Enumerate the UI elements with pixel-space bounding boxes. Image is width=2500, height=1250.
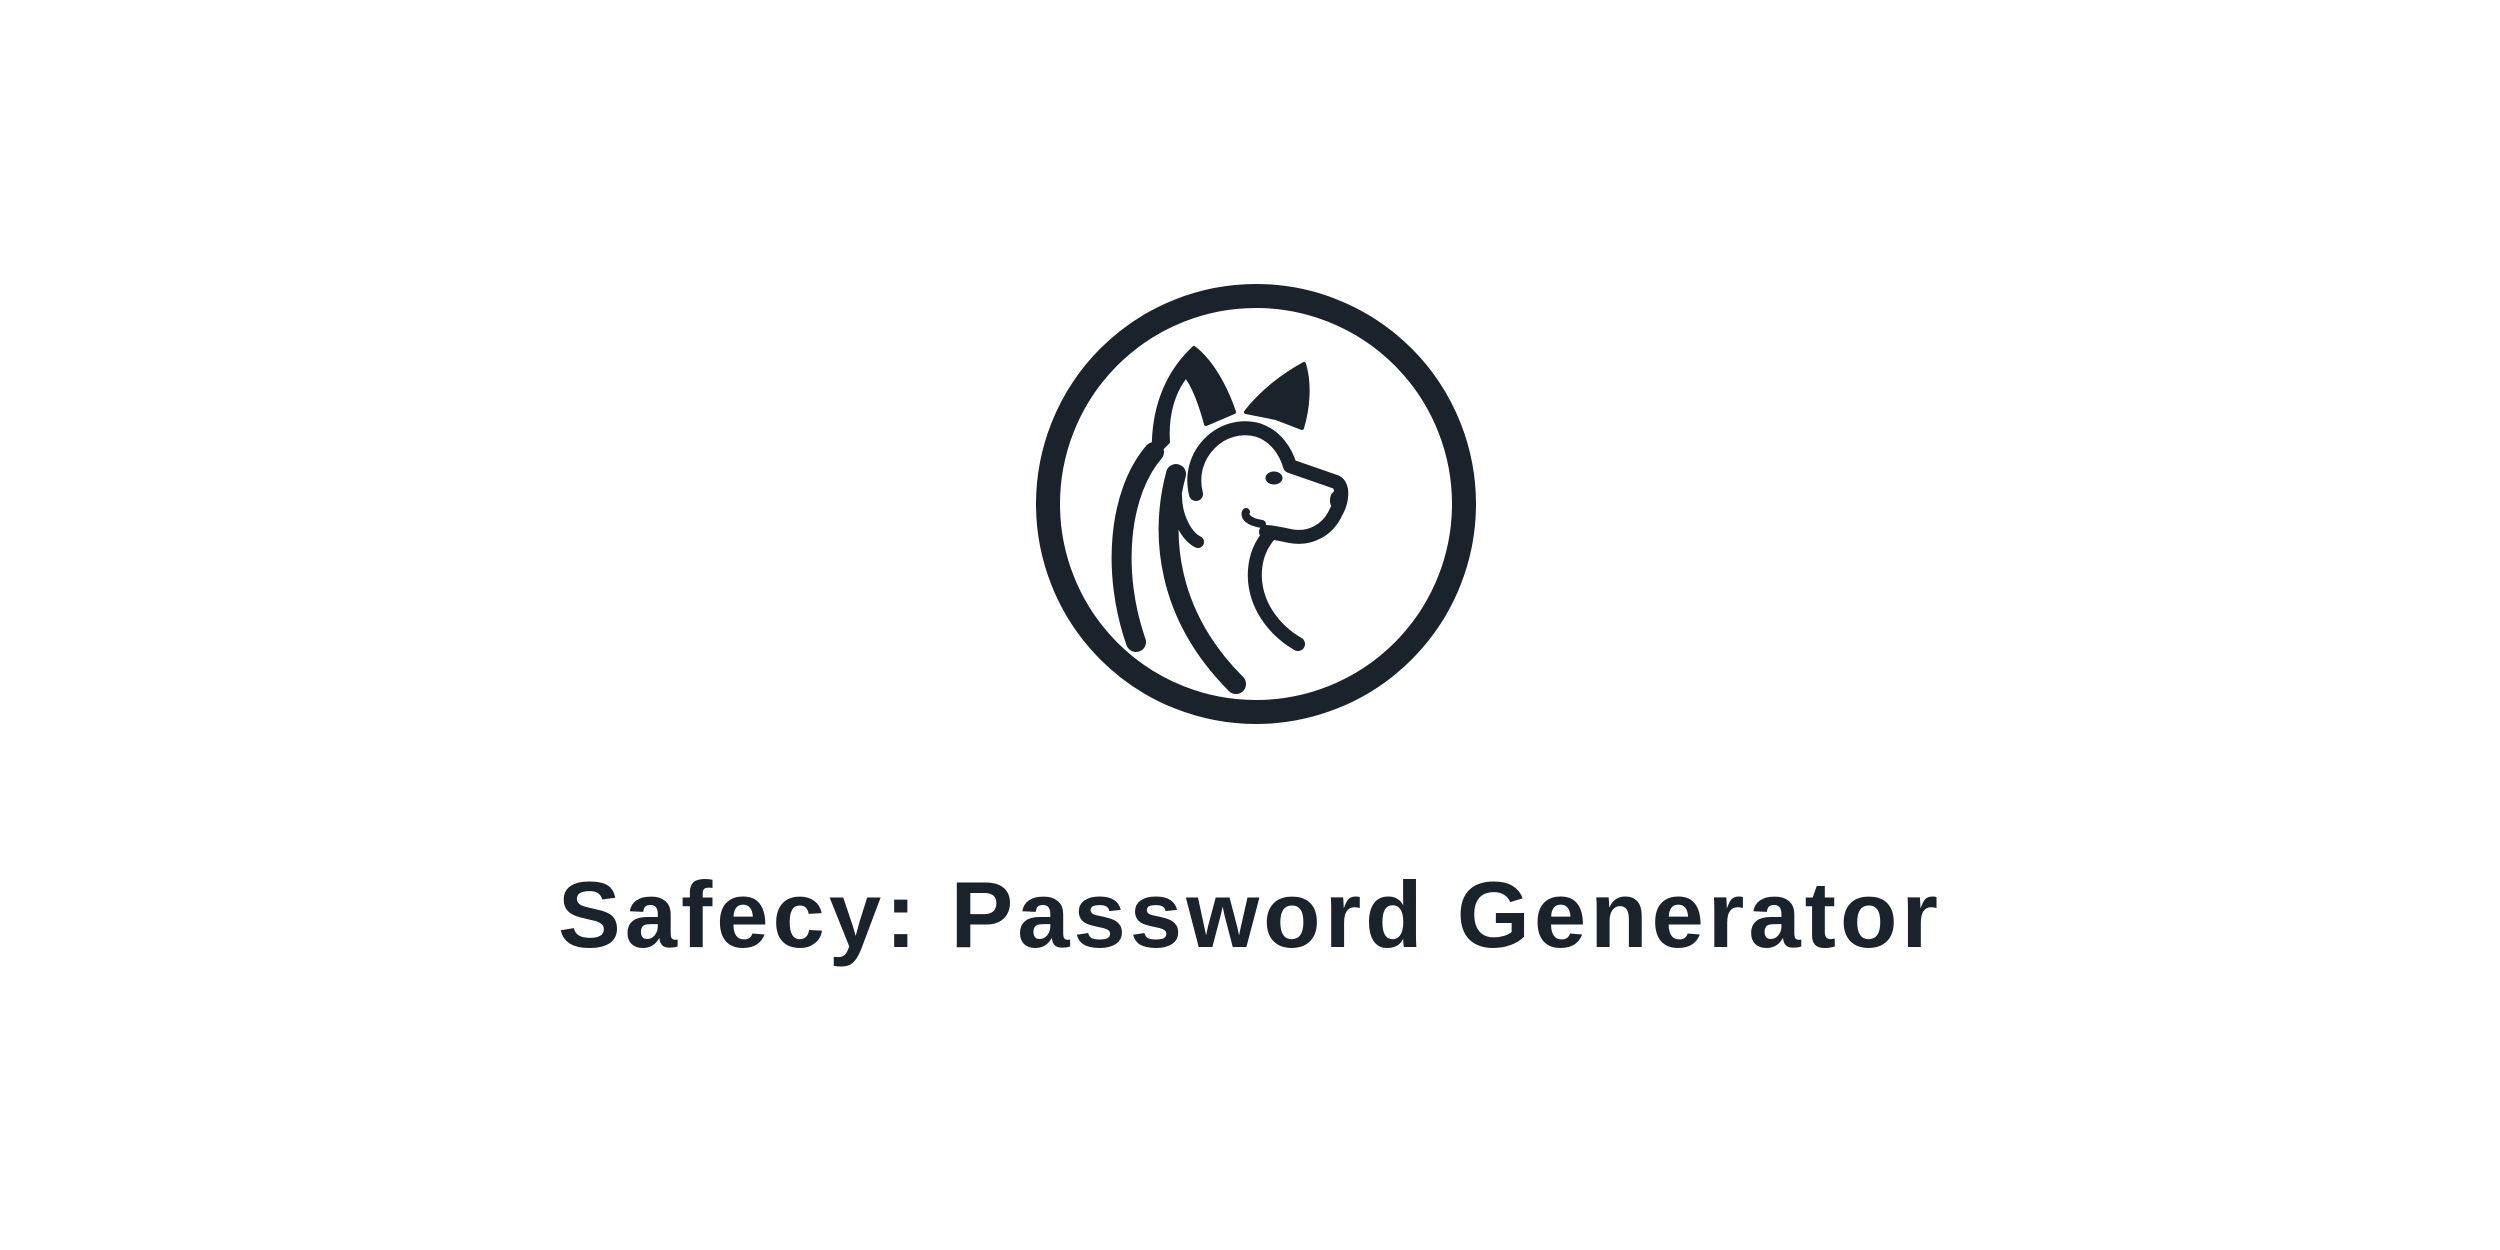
app-logo xyxy=(1036,284,1476,724)
app-title: Safecy: Password Generator xyxy=(558,862,1942,967)
splash-screen: Safecy: Password Generator xyxy=(0,0,2500,1250)
dog-head-circle-icon xyxy=(1036,284,1476,724)
